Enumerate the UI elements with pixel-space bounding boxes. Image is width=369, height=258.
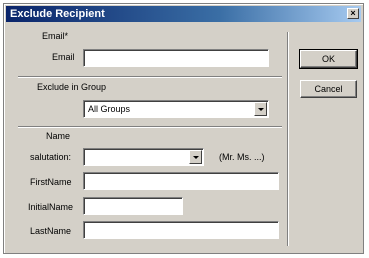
firstname-label: FirstName [30, 177, 72, 187]
initialname-field[interactable] [83, 197, 183, 215]
cancel-button[interactable]: Cancel [300, 80, 357, 98]
email-section-heading: Email* [42, 31, 69, 41]
vertical-divider [287, 32, 289, 246]
title-bar[interactable]: Exclude Recipient × [6, 6, 361, 22]
group-select[interactable]: All Groups [83, 100, 269, 118]
lastname-field[interactable] [83, 221, 279, 239]
exclude-recipient-dialog: Exclude Recipient × Email* Email Exclude… [3, 3, 364, 254]
section-divider [18, 126, 282, 128]
close-icon[interactable]: × [347, 8, 359, 19]
salutation-label: salutation: [30, 152, 72, 162]
section-divider [18, 76, 282, 78]
salutation-hint: (Mr. Ms. ...) [219, 152, 265, 162]
chevron-down-icon[interactable] [189, 150, 202, 164]
firstname-field[interactable] [83, 172, 279, 190]
email-field[interactable] [83, 49, 269, 67]
window-title: Exclude Recipient [10, 8, 105, 20]
lastname-label: LastName [30, 226, 72, 236]
chevron-down-icon[interactable] [254, 102, 267, 116]
name-section-heading: Name [46, 131, 71, 141]
email-label: Email [52, 52, 75, 62]
ok-button[interactable]: OK [299, 49, 358, 69]
group-select-value: All Groups [88, 104, 131, 114]
salutation-select[interactable] [83, 148, 204, 166]
group-section-heading: Exclude in Group [37, 82, 107, 92]
initialname-label: InitialName [28, 202, 74, 212]
